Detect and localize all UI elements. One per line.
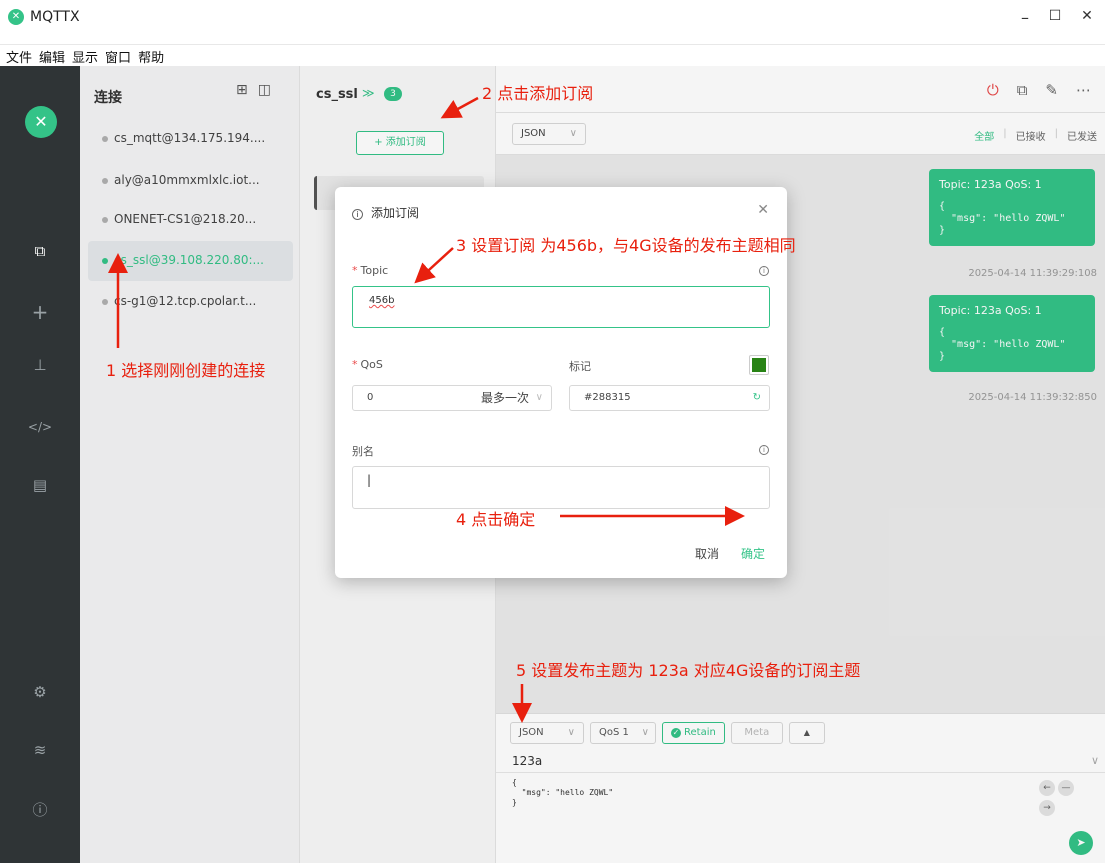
qos-label: * QoS (352, 358, 383, 371)
menu-view[interactable]: 显示 (72, 44, 98, 66)
log-icon[interactable]: ▤ (0, 476, 80, 494)
close-button[interactable]: ✕ (1072, 8, 1102, 24)
color-swatch[interactable] (749, 355, 769, 375)
annotation-step4: 4 点击确定 (456, 510, 536, 529)
color-input[interactable]: #288315 ↻ (569, 385, 770, 411)
mqttx-logo-icon: ✕ (25, 106, 57, 138)
chevron-down-icon: ∨ (535, 392, 543, 403)
annotation-step3: 3 设置订阅 为456b，与4G设备的发布主题相同 (456, 236, 796, 255)
menu-help[interactable]: 帮助 (138, 44, 164, 66)
alias-label: 别名 (352, 445, 374, 458)
topic-input[interactable]: 456b (352, 286, 770, 328)
topic-label: * Topic (352, 264, 389, 277)
info-icon: i (352, 209, 363, 220)
settings-icon[interactable]: ⚙ (0, 683, 80, 701)
topology-icon[interactable]: ⊥ (0, 356, 80, 374)
title-bar: ✕ MQTTX – ☐ ✕ (0, 0, 1105, 45)
menu-bar: 文件 编辑 显示 窗口 帮助 (0, 44, 164, 66)
menu-file[interactable]: 文件 (6, 44, 32, 66)
cancel-button[interactable]: 取消 (695, 545, 719, 562)
dialog-close-icon[interactable]: ✕ (757, 202, 769, 218)
confirm-button[interactable]: 确定 (741, 545, 765, 562)
refresh-icon[interactable]: ↻ (753, 386, 761, 410)
minimize-button[interactable]: – (1010, 8, 1040, 27)
annotation-step1: 1 选择刚刚创建的连接 (106, 361, 266, 380)
dialog-title: i 添加订阅 (352, 204, 419, 221)
annotation-step5: 5 设置发布主题为 123a 对应4G设备的订阅主题 (516, 661, 861, 680)
left-nav: ✕ ⧉ + ⊥ </> ▤ ⚙ ≋ ⓘ (0, 66, 80, 863)
info-icon: i (759, 266, 769, 276)
menu-edit[interactable]: 编辑 (39, 44, 65, 66)
mqttx-logo-icon: ✕ (8, 9, 24, 25)
new-connection-icon[interactable]: + (0, 300, 80, 324)
menu-window[interactable]: 窗口 (105, 44, 131, 66)
color-label: 标记 (569, 360, 591, 373)
info-icon: i (759, 445, 769, 455)
script-icon[interactable]: </> (0, 420, 80, 434)
annotation-step2: 2 点击添加订阅 (482, 84, 594, 103)
alias-input[interactable]: | (352, 466, 770, 509)
about-icon[interactable]: ⓘ (0, 799, 80, 820)
maximize-button[interactable]: ☐ (1040, 8, 1070, 24)
qos-select[interactable]: 0 最多一次 ∨ (352, 385, 552, 411)
connections-icon[interactable]: ⧉ (0, 242, 80, 260)
app-title: MQTTX (30, 9, 80, 25)
feed-icon[interactable]: ≋ (0, 741, 80, 759)
